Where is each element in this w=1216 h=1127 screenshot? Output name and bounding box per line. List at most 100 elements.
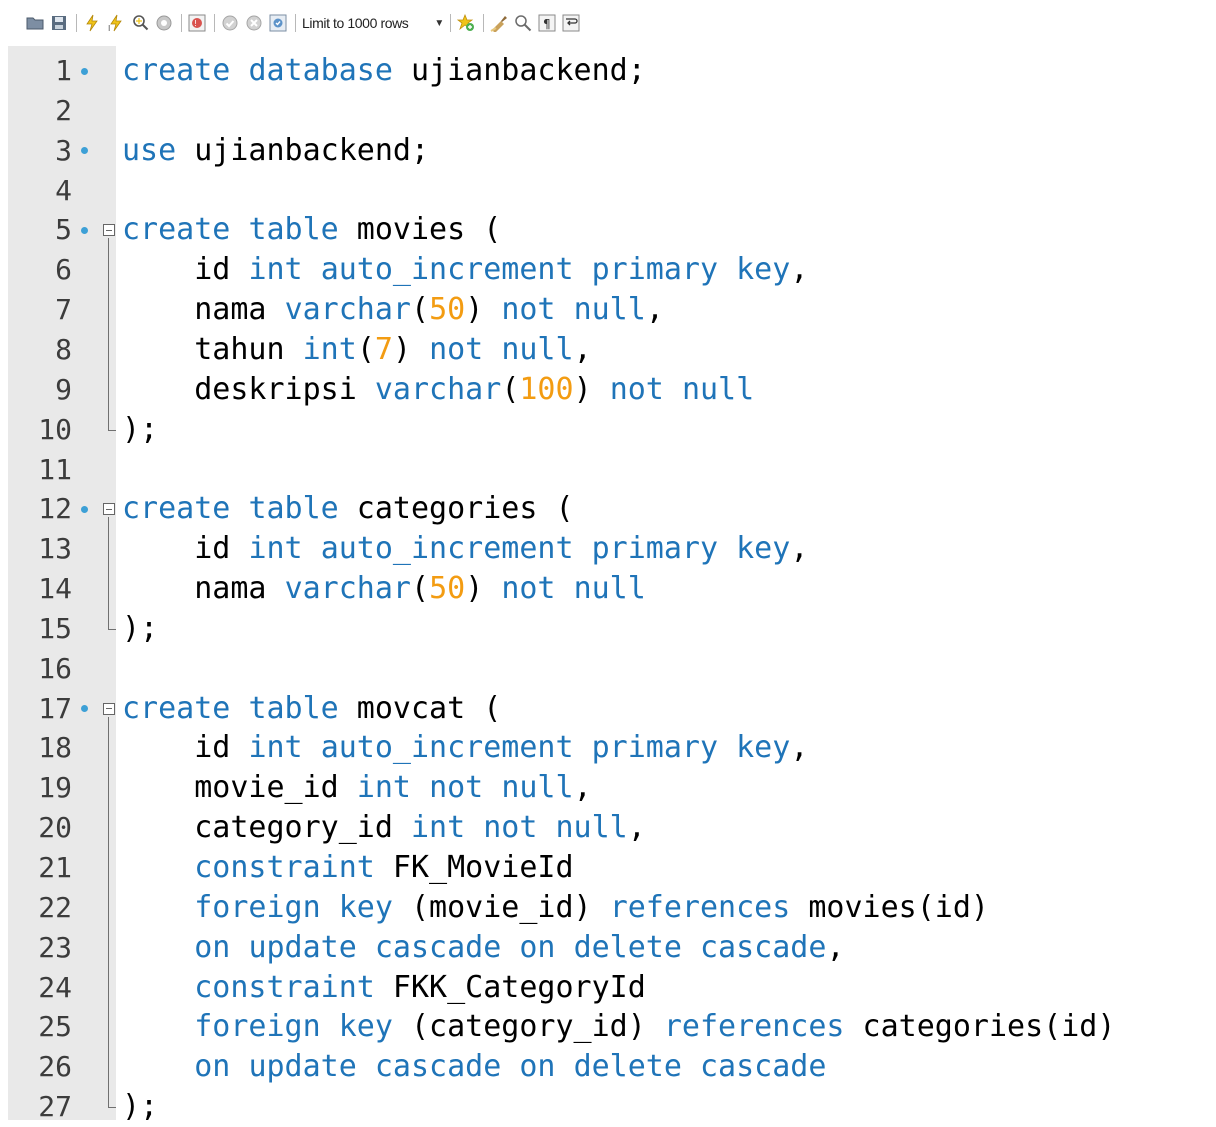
sql-identifier	[303, 730, 321, 765]
code-text: create table movcat (	[122, 689, 501, 729]
fold-guide-line	[108, 238, 109, 430]
sql-identifier	[230, 491, 248, 526]
sql-keyword: create	[122, 53, 231, 88]
sql-keyword: create	[122, 212, 231, 248]
code-line[interactable]: 19 movie_id int not null,	[0, 768, 1216, 808]
sql-identifier: ,	[645, 292, 664, 328]
fold-toggle-icon[interactable]	[100, 689, 118, 729]
sql-keyword: not	[483, 810, 538, 846]
fold-toggle-icon[interactable]	[100, 210, 118, 250]
code-line[interactable]: 10);	[0, 410, 1216, 450]
code-line[interactable]: 21 constraint FK_MovieId	[0, 848, 1216, 888]
code-text: create table movies (	[122, 210, 501, 250]
sql-keyword: null	[501, 331, 574, 367]
line-number: 8	[55, 332, 72, 366]
execute-icon[interactable]	[83, 14, 101, 32]
code-text: id int auto_increment primary key,	[122, 250, 808, 290]
code-line[interactable]: 5 create table movies (	[0, 210, 1216, 250]
autocommit-icon[interactable]	[269, 14, 287, 32]
code-line[interactable]: 17 create table movcat (	[0, 689, 1216, 729]
sql-code-editor[interactable]: 1 create database ujianbackend; 2 3 use ujia…	[0, 46, 1216, 1124]
code-line[interactable]: 8 tahun int(7) not null,	[0, 330, 1216, 370]
line-number: 25	[38, 1010, 72, 1044]
add-snippet-icon[interactable]	[456, 14, 475, 32]
sql-identifier: )	[465, 292, 502, 328]
sql-identifier: ,	[573, 331, 592, 367]
line-number: 5	[55, 213, 72, 247]
code-line[interactable]: 16	[0, 649, 1216, 689]
sql-identifier	[230, 1049, 248, 1084]
beautify-icon[interactable]	[490, 14, 508, 32]
code-line[interactable]: 13 id int auto_increment primary key,	[0, 529, 1216, 569]
row-limit-select[interactable]: Limit to 1000 rows ▼	[302, 13, 444, 33]
rollback-icon[interactable]	[245, 14, 263, 32]
sql-keyword: on	[194, 929, 231, 965]
code-line[interactable]: 23 on update cascade on delete cascade,	[0, 928, 1216, 968]
sql-keyword: not	[429, 331, 484, 367]
sql-identifier	[682, 930, 700, 965]
sql-identifier: ,	[573, 770, 592, 806]
sql-identifier	[718, 531, 736, 566]
code-text: create database ujianbackend;	[122, 51, 646, 91]
sql-identifier	[664, 372, 682, 407]
sql-keyword: cascade	[700, 929, 827, 965]
sql-identifier: nama	[122, 292, 285, 328]
code-line[interactable]: 2	[0, 91, 1216, 131]
open-folder-icon[interactable]	[26, 14, 44, 32]
sql-identifier: id	[122, 730, 249, 766]
sql-keyword: int	[248, 730, 303, 766]
toggle-error-icon[interactable]: !	[188, 14, 206, 32]
statement-marker-icon	[80, 489, 88, 529]
fold-guide-line	[108, 716, 109, 1108]
commit-icon[interactable]	[221, 14, 239, 32]
sql-keyword: null	[555, 810, 628, 846]
explain-icon[interactable]	[131, 14, 149, 32]
line-number: 11	[38, 452, 72, 486]
sql-keyword: null	[681, 371, 755, 407]
code-line[interactable]: 12 create table categories (	[0, 489, 1216, 529]
sql-identifier: )	[392, 331, 430, 367]
invisible-chars-icon[interactable]: ¶	[538, 14, 556, 32]
sql-identifier	[321, 1009, 339, 1044]
line-number: 16	[38, 651, 72, 685]
code-line[interactable]: 11	[0, 450, 1216, 490]
code-line[interactable]: 18 id int auto_increment primary key,	[0, 728, 1216, 768]
statement-marker-icon	[80, 131, 88, 171]
code-line[interactable]: 26 on update cascade on delete cascade	[0, 1047, 1216, 1087]
find-icon[interactable]	[514, 14, 532, 32]
sql-keyword: on	[519, 929, 556, 965]
code-line[interactable]: 7 nama varchar(50) not null,	[0, 290, 1216, 330]
code-line[interactable]: 6 id int auto_increment primary key,	[0, 250, 1216, 290]
execute-current-icon[interactable]: I	[107, 14, 125, 32]
code-line[interactable]: 24 constraint FKK_CategoryId	[0, 968, 1216, 1008]
sql-identifier	[303, 252, 321, 287]
code-line[interactable]: 20 category_id int not null,	[0, 808, 1216, 848]
toolbar-separator	[76, 14, 77, 32]
sql-keyword: constraint	[194, 969, 375, 1005]
sql-keyword: varchar	[284, 292, 411, 328]
code-line[interactable]: 3 use ujianbackend;	[0, 131, 1216, 171]
sql-identifier: );	[122, 1089, 159, 1125]
code-line[interactable]: 1 create database ujianbackend;	[0, 51, 1216, 91]
fold-toggle-icon[interactable]	[100, 489, 118, 529]
sql-keyword: not	[609, 371, 664, 407]
sql-identifier: category_id	[122, 810, 411, 846]
sql-keyword: varchar	[284, 571, 411, 607]
code-line[interactable]: 22 foreign key (movie_id) references mov…	[0, 888, 1216, 928]
sql-keyword: foreign	[194, 889, 321, 925]
line-number: 15	[38, 611, 72, 645]
code-line[interactable]: 27);	[0, 1087, 1216, 1127]
code-text: );	[122, 410, 158, 450]
save-icon[interactable]	[50, 14, 68, 32]
code-line[interactable]: 25 foreign key (category_id) references …	[0, 1007, 1216, 1047]
code-line[interactable]: 4	[0, 171, 1216, 211]
sql-identifier: ujianbackend;	[392, 53, 646, 88]
code-line[interactable]: 14 nama varchar(50) not null	[0, 569, 1216, 609]
wrap-icon[interactable]	[562, 14, 580, 32]
stop-icon[interactable]	[155, 14, 173, 32]
sql-keyword: database	[248, 53, 393, 88]
sql-keyword: table	[248, 690, 339, 726]
code-line[interactable]: 15);	[0, 609, 1216, 649]
sql-identifier: )	[573, 371, 610, 407]
code-line[interactable]: 9 deskripsi varchar(100) not null	[0, 370, 1216, 410]
